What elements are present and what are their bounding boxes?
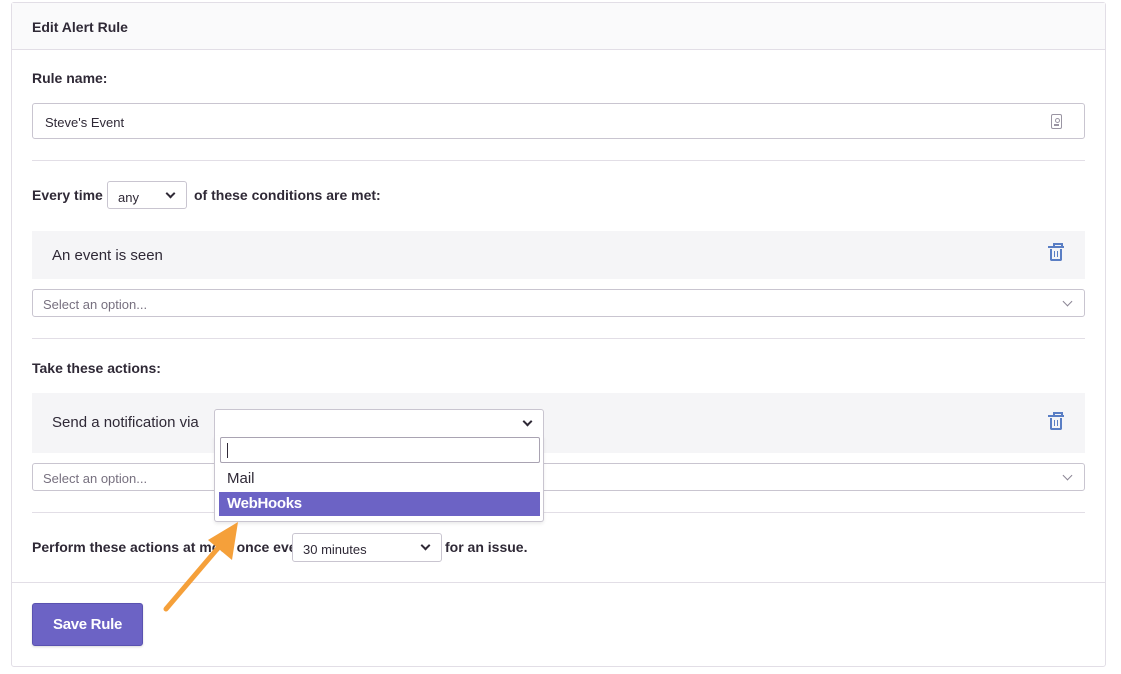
save-rule-button[interactable]: Save Rule bbox=[32, 603, 143, 646]
conditions-suffix: of these conditions are met: bbox=[194, 187, 381, 203]
chevron-down-icon bbox=[165, 188, 176, 199]
trash-icon[interactable] bbox=[1048, 243, 1064, 261]
condition-text: An event is seen bbox=[52, 247, 163, 264]
section-divider bbox=[32, 160, 1085, 161]
action-row: Send a notification via bbox=[32, 393, 1085, 453]
panel-title: Edit Alert Rule bbox=[32, 19, 128, 35]
rule-name-value: Steve's Event bbox=[45, 115, 125, 130]
frequency-suffix: for an issue. bbox=[445, 539, 528, 555]
add-action-placeholder: Select an option... bbox=[43, 471, 148, 486]
rule-name-label: Rule name: bbox=[32, 70, 108, 86]
add-condition-placeholder: Select an option... bbox=[43, 297, 148, 312]
chevron-down-icon bbox=[1062, 296, 1073, 307]
frequency-select[interactable]: 30 minutes bbox=[292, 533, 442, 562]
notification-service-dropdown: Mail WebHooks bbox=[214, 436, 544, 522]
trash-icon[interactable] bbox=[1048, 412, 1064, 430]
notification-service-select[interactable] bbox=[214, 409, 544, 437]
chevron-down-icon bbox=[420, 540, 431, 551]
chevron-down-icon bbox=[522, 416, 533, 427]
annotation-arrow-icon bbox=[163, 522, 238, 612]
action-text: Send a notification via bbox=[52, 414, 199, 431]
dropdown-option-mail[interactable]: Mail bbox=[219, 467, 540, 491]
add-condition-select[interactable]: Select an option... bbox=[32, 289, 1085, 317]
condition-match-value: any bbox=[118, 190, 139, 205]
dropdown-search-input[interactable] bbox=[220, 437, 540, 463]
dropdown-option-webhooks[interactable]: WebHooks bbox=[219, 492, 540, 516]
condition-row: An event is seen bbox=[32, 231, 1085, 279]
condition-match-select[interactable]: any bbox=[107, 181, 187, 209]
text-cursor bbox=[227, 443, 228, 458]
actions-label: Take these actions: bbox=[32, 360, 161, 376]
add-action-select[interactable]: Select an option... bbox=[32, 463, 1085, 491]
rule-name-input[interactable]: Steve's Event bbox=[32, 103, 1085, 139]
conditions-prefix: Every time bbox=[32, 187, 103, 203]
chevron-down-icon bbox=[1062, 470, 1073, 481]
panel-header: Edit Alert Rule bbox=[12, 3, 1105, 50]
frequency-value: 30 minutes bbox=[303, 542, 367, 557]
contact-card-icon bbox=[1051, 114, 1062, 129]
section-divider bbox=[32, 338, 1085, 339]
